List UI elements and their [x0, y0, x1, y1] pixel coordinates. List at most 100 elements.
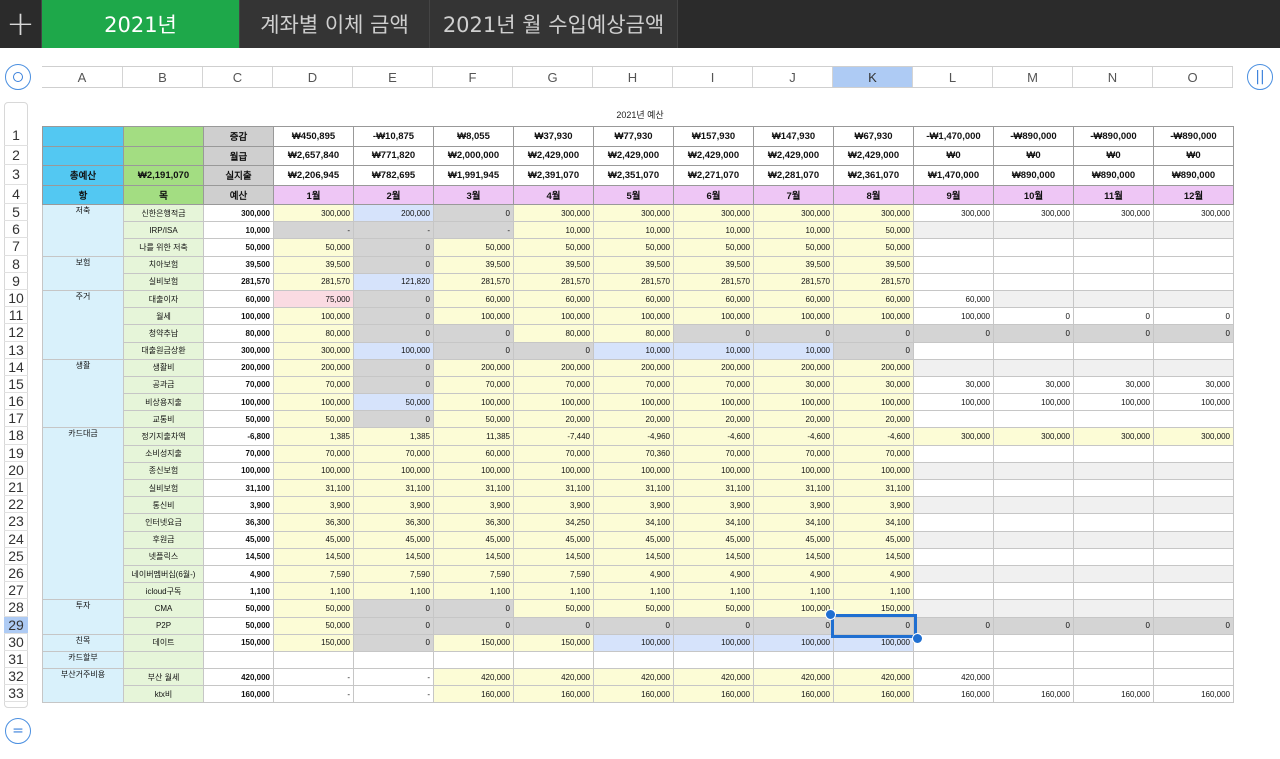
value-cell[interactable]: 45,000 — [513, 530, 594, 549]
month-header[interactable]: 6월 — [673, 184, 754, 205]
value-cell[interactable]: 160,000 — [593, 685, 674, 704]
value-cell[interactable] — [753, 650, 834, 670]
month-header[interactable]: 4월 — [513, 184, 594, 205]
value-cell[interactable] — [913, 496, 994, 515]
month-header[interactable]: 5월 — [593, 184, 674, 205]
value-cell[interactable]: 20,000 — [833, 410, 914, 429]
value-cell[interactable]: 30,000 — [753, 375, 834, 395]
value-cell[interactable]: 14,500 — [513, 547, 594, 566]
value-cell[interactable]: 0 — [1153, 324, 1234, 343]
value-cell[interactable] — [913, 341, 994, 360]
value-cell[interactable]: 160,000 — [433, 685, 514, 704]
value-cell[interactable]: 45,000 — [273, 530, 354, 549]
value-cell[interactable]: 100,000 — [433, 461, 514, 481]
value-cell[interactable] — [993, 410, 1074, 429]
budget-cell[interactable]: -6,800 — [203, 427, 274, 446]
column-header-n[interactable]: N — [1073, 67, 1153, 87]
value-cell[interactable]: 31,100 — [833, 478, 914, 498]
item-cell[interactable]: 네이버멤버십(6월-) — [123, 564, 204, 584]
value-cell[interactable] — [1153, 444, 1234, 463]
value-cell[interactable]: 50,000 — [433, 410, 514, 429]
summary-cell[interactable]: ₩2,657,840 — [273, 145, 354, 166]
row-number[interactable]: 1 — [4, 126, 28, 146]
value-cell[interactable]: 100,000 — [273, 393, 354, 412]
value-cell[interactable] — [993, 221, 1074, 240]
value-cell[interactable]: 3,900 — [673, 496, 754, 515]
value-cell[interactable]: 281,570 — [833, 272, 914, 291]
value-cell[interactable] — [273, 650, 354, 670]
value-cell[interactable]: -4,600 — [753, 427, 834, 446]
budget-cell[interactable]: 100,000 — [203, 307, 274, 326]
value-cell[interactable] — [913, 633, 994, 652]
value-cell[interactable]: 160,000 — [913, 685, 994, 704]
value-cell[interactable]: 100,000 — [753, 633, 834, 652]
budget-cell[interactable]: 50,000 — [203, 616, 274, 635]
value-cell[interactable]: 14,500 — [593, 547, 674, 566]
value-cell[interactable]: 50,000 — [513, 599, 594, 618]
month-header[interactable]: 9월 — [913, 184, 994, 205]
value-cell[interactable] — [993, 547, 1074, 566]
summary-label[interactable] — [42, 126, 124, 147]
value-cell[interactable]: 100,000 — [673, 307, 754, 326]
row-number[interactable]: 27 — [4, 582, 28, 600]
value-cell[interactable]: 160,000 — [673, 685, 754, 704]
summary-cell[interactable]: ₩77,930 — [593, 126, 674, 147]
value-cell[interactable] — [1073, 255, 1154, 274]
budget-cell[interactable]: 3,900 — [203, 496, 274, 515]
item-cell[interactable]: 데이트 — [123, 633, 204, 652]
value-cell[interactable]: 0 — [993, 324, 1074, 343]
value-cell[interactable]: 100,000 — [593, 461, 674, 481]
row-number[interactable]: 14 — [4, 359, 28, 376]
value-cell[interactable] — [993, 289, 1074, 309]
value-cell[interactable]: 0 — [353, 289, 434, 309]
row-number[interactable]: 17 — [4, 410, 28, 428]
item-cell[interactable]: 생활비 — [123, 358, 204, 377]
value-cell[interactable] — [1073, 547, 1154, 566]
month-header[interactable]: 8월 — [833, 184, 914, 205]
value-cell[interactable]: 160,000 — [1153, 685, 1234, 704]
value-cell[interactable]: 0 — [353, 375, 434, 395]
value-cell[interactable]: 3,900 — [353, 496, 434, 515]
category-cell[interactable]: 친목 — [42, 633, 124, 652]
item-cell[interactable]: CMA — [123, 599, 204, 618]
value-cell[interactable] — [993, 564, 1074, 584]
value-cell[interactable]: 0 — [673, 324, 754, 343]
value-cell[interactable]: 200,000 — [593, 358, 674, 377]
item-cell[interactable]: 정기지출차액 — [123, 427, 204, 446]
budget-cell[interactable]: 50,000 — [203, 410, 274, 429]
row-number[interactable]: 33 — [4, 685, 28, 703]
tab-account-transfer[interactable]: 계좌별 이체 금액 — [240, 0, 430, 48]
value-cell[interactable] — [1153, 496, 1234, 515]
value-cell[interactable] — [913, 238, 994, 257]
value-cell[interactable]: 50,000 — [273, 238, 354, 257]
month-header[interactable]: 12월 — [1153, 184, 1234, 205]
column-header-m[interactable]: M — [993, 67, 1073, 87]
value-cell[interactable] — [913, 444, 994, 463]
value-cell[interactable] — [1073, 582, 1154, 601]
value-cell[interactable] — [913, 513, 994, 532]
row-number[interactable]: 21 — [4, 479, 28, 497]
column-header-i[interactable]: I — [673, 67, 753, 87]
value-cell[interactable]: 45,000 — [593, 530, 674, 549]
summary-cell[interactable]: ₩37,930 — [513, 126, 594, 147]
value-cell[interactable] — [513, 650, 594, 670]
budget-cell[interactable]: 36,300 — [203, 513, 274, 532]
value-cell[interactable]: 31,100 — [433, 478, 514, 498]
value-cell[interactable]: 36,300 — [273, 513, 354, 532]
value-cell[interactable]: 10,000 — [673, 221, 754, 240]
value-cell[interactable] — [1153, 668, 1234, 687]
summary-cell[interactable]: -₩10,875 — [353, 126, 434, 147]
value-cell[interactable]: 300,000 — [833, 203, 914, 223]
value-cell[interactable]: 300,000 — [1073, 203, 1154, 223]
budget-cell[interactable]: 14,500 — [203, 547, 274, 566]
category-cell[interactable]: 부산거주비용 — [42, 668, 124, 704]
value-cell[interactable]: 100,000 — [753, 599, 834, 618]
value-cell[interactable]: - — [353, 685, 434, 704]
value-cell[interactable]: 50,000 — [433, 238, 514, 257]
item-cell[interactable] — [123, 650, 204, 670]
value-cell[interactable]: 150,000 — [273, 633, 354, 652]
budget-cell[interactable]: 31,100 — [203, 478, 274, 498]
value-cell[interactable] — [1073, 633, 1154, 652]
value-cell[interactable]: 3,900 — [753, 496, 834, 515]
value-cell[interactable]: 281,570 — [513, 272, 594, 291]
